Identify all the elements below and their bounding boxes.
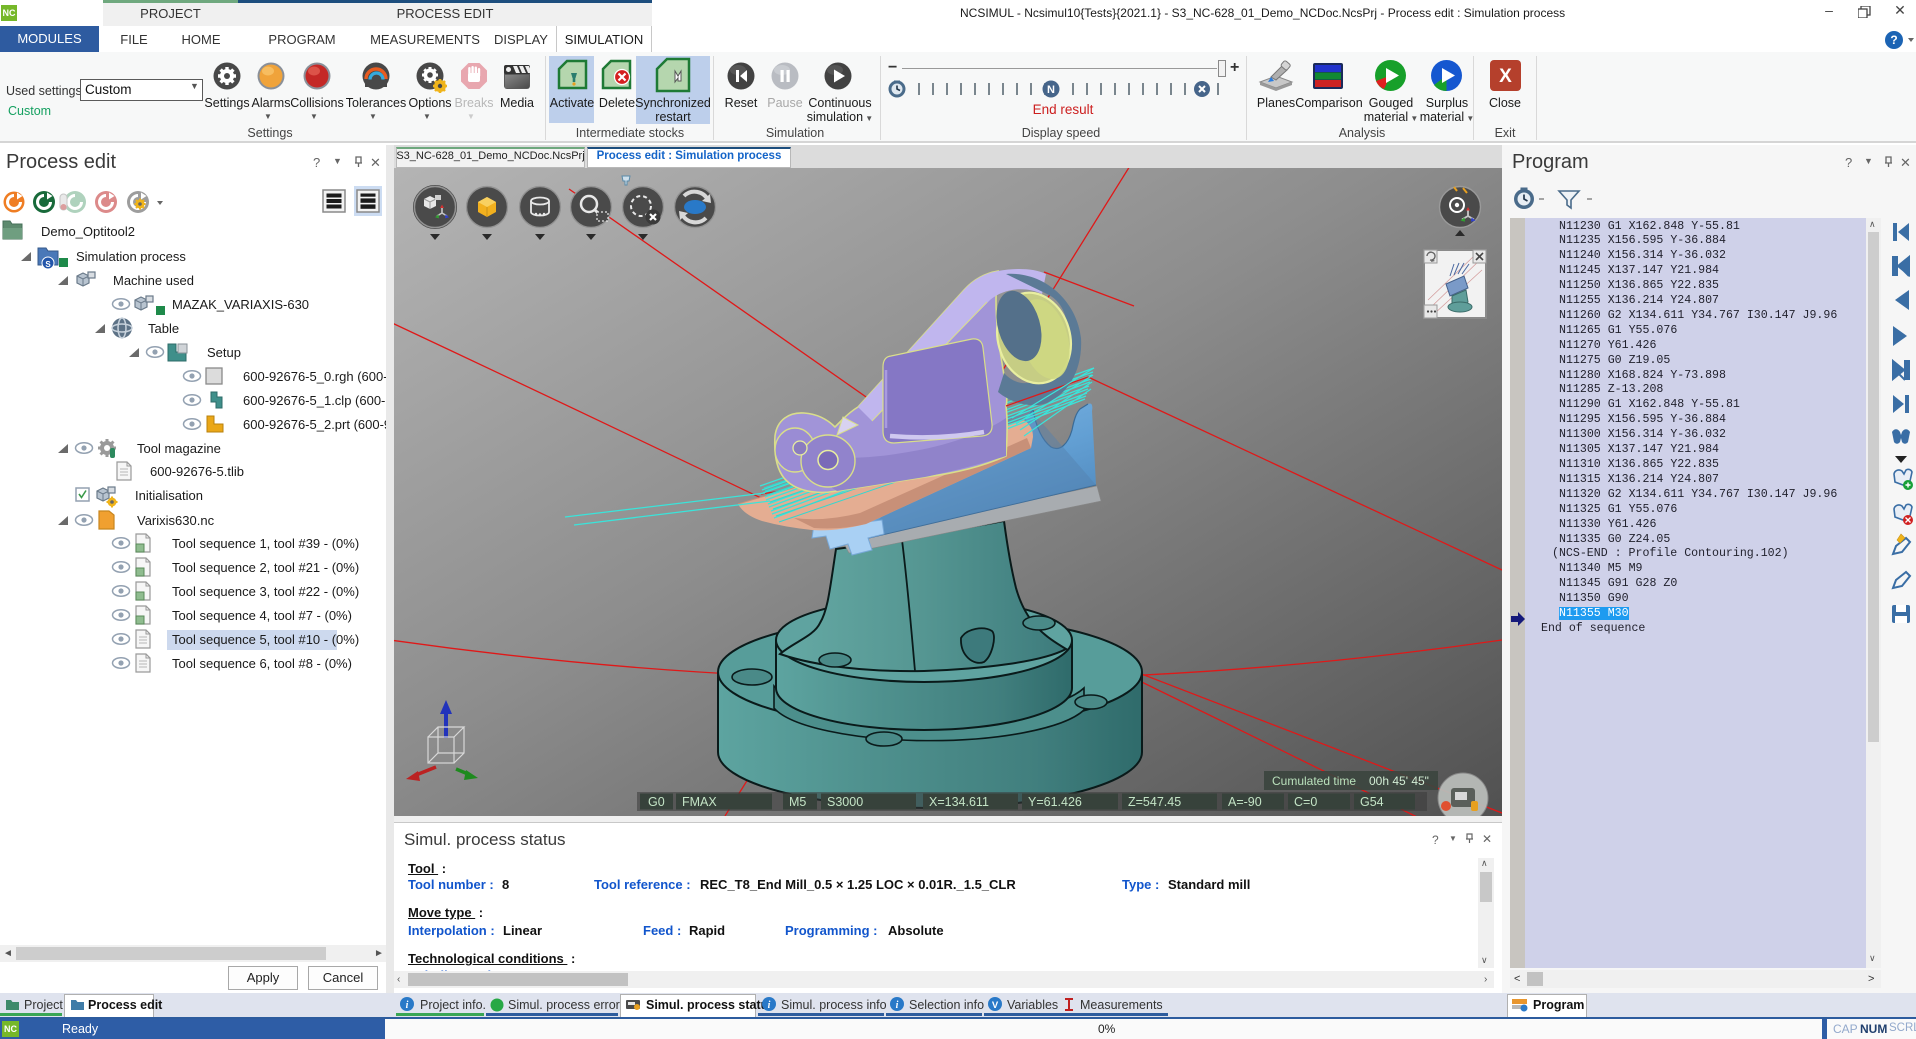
svg-text:Tool sequence 1, tool #39 -: Tool sequence 1, tool #39 - (0%)	[172, 536, 359, 551]
svg-text:600-92676-5_1.clp (600-9267: 600-92676-5_1.clp (600-9267	[243, 393, 386, 408]
svg-text:G0: G0	[648, 795, 665, 809]
svg-text:Initialisation: Initialisation	[135, 488, 203, 503]
svg-text:Varixis630.nc: Varixis630.nc	[137, 513, 215, 528]
svg-text:Tool sequence 2, tool #21 -: Tool sequence 2, tool #21 - (0%)	[172, 560, 359, 575]
svg-text:A=-90: A=-90	[1228, 795, 1262, 809]
svg-text:G54: G54	[1360, 795, 1384, 809]
svg-text:FMAX: FMAX	[682, 795, 717, 809]
svg-text:Tool sequence 3, tool #22 -: Tool sequence 3, tool #22 - (0%)	[172, 584, 359, 599]
svg-text:00h 45' 45": 00h 45' 45"	[1369, 774, 1429, 788]
svg-text:Machine used: Machine used	[113, 273, 194, 288]
svg-text:i: i	[896, 1000, 899, 1011]
svg-text:Z=547.45: Z=547.45	[1128, 795, 1181, 809]
svg-text:M5: M5	[789, 795, 806, 809]
svg-text:S: S	[45, 260, 51, 269]
svg-text:C=0: C=0	[1294, 795, 1317, 809]
svg-text:Table: Table	[148, 321, 179, 336]
svg-text:Cumulated time: Cumulated time	[1272, 774, 1356, 788]
svg-text:Tool magazine: Tool magazine	[137, 441, 221, 456]
svg-text:Tool sequence 6, tool #8 - (: Tool sequence 6, tool #8 - (0%)	[172, 656, 352, 671]
svg-text:600-92676-5_0.rgh (600-9267: 600-92676-5_0.rgh (600-9267	[243, 369, 386, 384]
svg-text:Demo_Optitool2: Demo_Optitool2	[41, 224, 135, 239]
svg-text:600-92676-5_2.prt (600-92676: 600-92676-5_2.prt (600-92676	[243, 417, 386, 432]
svg-text:Simulation process: Simulation process	[76, 249, 186, 264]
svg-text:V: V	[992, 1000, 999, 1011]
svg-text:Tool sequence 5, tool #10 -: Tool sequence 5, tool #10 - (0%)	[172, 632, 359, 647]
svg-text:?: ?	[1890, 33, 1897, 47]
svg-text:Setup: Setup	[207, 345, 241, 360]
svg-text:i: i	[768, 1000, 771, 1011]
svg-text:N: N	[1047, 84, 1055, 96]
svg-text:600-92676-5.tlib: 600-92676-5.tlib	[150, 464, 244, 479]
svg-text:MAZAK_VARIAXIS-630: MAZAK_VARIAXIS-630	[172, 297, 309, 312]
svg-text:X: X	[1499, 66, 1512, 87]
svg-text:i: i	[406, 1000, 409, 1011]
svg-text:X=134.611: X=134.611	[929, 795, 989, 809]
svg-text:Y=61.426: Y=61.426	[1028, 795, 1082, 809]
svg-text:S3000: S3000	[827, 795, 863, 809]
svg-text:Tool sequence 4, tool #7 - (: Tool sequence 4, tool #7 - (0%)	[172, 608, 352, 623]
